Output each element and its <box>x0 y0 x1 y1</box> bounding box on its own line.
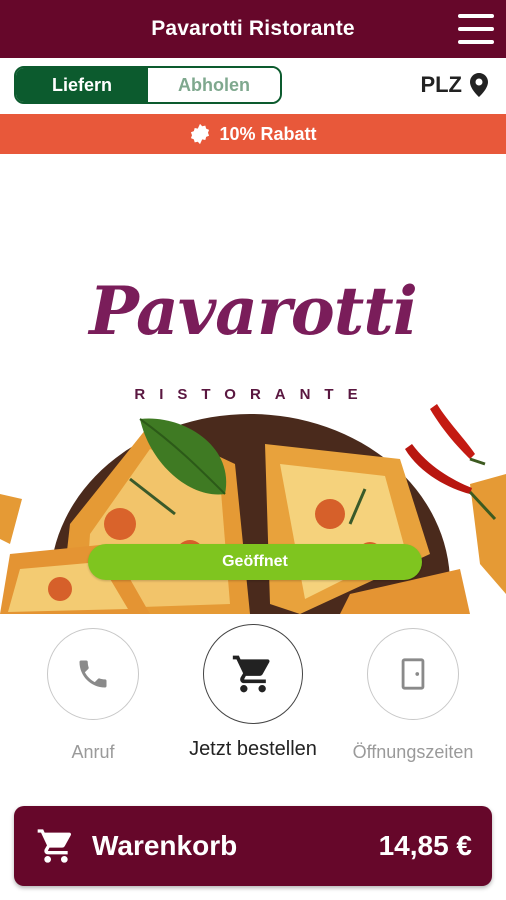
cart-total: 14,85 € <box>378 830 472 861</box>
opening-hours-circle[interactable] <box>367 628 459 720</box>
hamburger-menu-icon[interactable] <box>458 14 494 44</box>
app-title: Pavarotti Ristorante <box>151 17 355 40</box>
call-action-circle[interactable] <box>47 628 139 720</box>
order-now-action[interactable]: Jetzt bestellen <box>173 624 333 761</box>
pickup-option[interactable]: Abholen <box>148 68 280 102</box>
cart-icon <box>37 829 71 863</box>
order-now-circle[interactable] <box>203 624 303 724</box>
hero-section: Pavarotti RISTORANTE Geöffnet <box>0 154 506 614</box>
call-action[interactable]: Anruf <box>13 628 173 763</box>
postal-code-selector[interactable]: PLZ <box>420 72 488 98</box>
phone-icon <box>79 660 107 688</box>
order-now-label: Jetzt bestellen <box>189 738 317 760</box>
location-pin-icon <box>470 73 488 97</box>
pizza-image <box>0 404 506 614</box>
door-icon <box>401 658 425 690</box>
call-action-label: Anruf <box>71 742 115 762</box>
quick-actions: Anruf Jetzt bestellen Öffnungszeiten <box>0 614 506 794</box>
cart-icon <box>232 655 270 693</box>
discount-banner[interactable]: 10% Rabatt <box>0 114 506 154</box>
cart-label: Warenkorb <box>92 830 238 861</box>
restaurant-logo-subtitle: RISTORANTE <box>134 386 372 403</box>
app-header: Pavarotti Ristorante <box>0 0 506 58</box>
deliver-option[interactable]: Liefern <box>16 68 148 102</box>
cart-button[interactable]: Warenkorb 14,85 € <box>14 806 492 886</box>
order-mode-bar: Liefern Abholen PLZ <box>0 58 506 114</box>
discount-badge-icon <box>191 123 210 145</box>
restaurant-logo-title: Pavarotti <box>89 272 418 350</box>
opening-hours-label: Öffnungszeiten <box>352 742 474 762</box>
order-mode-toggle: Liefern Abholen <box>14 66 282 104</box>
opening-hours-action[interactable]: Öffnungszeiten <box>333 628 493 763</box>
discount-text: 10% Rabatt <box>219 123 317 144</box>
open-status-button[interactable]: Geöffnet <box>88 544 422 580</box>
postal-code-label: PLZ <box>420 72 462 97</box>
